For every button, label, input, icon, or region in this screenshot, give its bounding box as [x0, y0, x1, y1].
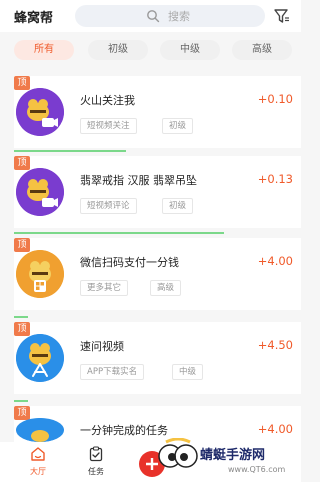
task-clipboard-icon — [89, 446, 103, 462]
task-progress-bar — [14, 316, 28, 318]
task-card[interactable]: 顶 微信扫码支付一分钱 更多其它 高级 +4.00 — [14, 238, 301, 310]
task-level-tag: 初级 — [162, 118, 194, 134]
task-title: 速问视频 — [80, 340, 124, 353]
home-icon — [31, 447, 45, 461]
task-tag: 更多其它 — [80, 280, 129, 296]
watermark-text: 蜻蜓手游网 — [200, 448, 266, 463]
task-card[interactable]: 顶 火山关注我 短视频关注 初级 +0.10 — [14, 76, 301, 148]
nav-label: 大厅 — [30, 467, 46, 476]
task-level-tag: 中级 — [172, 364, 204, 380]
task-reward: +4.00 — [257, 422, 293, 436]
task-title: 微信扫码支付一分钱 — [80, 256, 179, 269]
app-title: 蜂窝帮 — [14, 11, 54, 26]
tab-all[interactable]: 所有 — [14, 40, 74, 60]
task-card[interactable]: 顶 一分钟完成的任务 +4.00 — [14, 406, 301, 442]
task-card[interactable]: 顶 翡翠戒指 汉服 翡翠吊坠 短视频评论 初级 +0.13 — [14, 156, 301, 228]
task-reward: +4.50 — [257, 338, 293, 352]
task-title: 一分钟完成的任务 — [80, 424, 168, 437]
task-progress-bar — [14, 150, 126, 152]
task-card[interactable]: 顶 速问视频 APP下载实名 中级 +4.50 — [14, 322, 301, 394]
task-title: 火山关注我 — [80, 94, 135, 107]
tab-intermediate[interactable]: 中级 — [160, 40, 220, 60]
watermark-url: www.QT6.com — [228, 465, 286, 474]
watermark: 蜻蜓手游网 www.QT6.com — [138, 438, 301, 482]
nav-lobby[interactable]: 大厅 — [18, 446, 58, 480]
level-tabs: 所有 初级 中级 高级 — [0, 40, 301, 62]
task-level-tag: 初级 — [162, 198, 194, 214]
nav-tasks[interactable]: 任务 — [76, 446, 116, 480]
pinned-badge: 顶 — [14, 406, 30, 420]
task-tag: 短视频关注 — [80, 118, 137, 134]
pinned-badge: 顶 — [14, 76, 30, 90]
task-reward: +0.10 — [257, 92, 293, 106]
nav-label: 任务 — [88, 467, 104, 476]
dragonfly-logo-icon — [139, 438, 198, 477]
task-reward: +4.00 — [257, 254, 293, 268]
bee-appstore-icon — [16, 334, 64, 382]
bee-video-icon — [16, 88, 64, 136]
pinned-badge: 顶 — [14, 238, 30, 252]
task-tag: 短视频评论 — [80, 198, 137, 214]
task-level-tag: 高级 — [150, 280, 182, 296]
task-progress-bar — [14, 232, 224, 234]
top-bar: 蜂窝帮 搜索 — [0, 0, 301, 32]
bee-grid-icon — [16, 250, 64, 298]
search-icon — [147, 10, 160, 23]
tab-advanced[interactable]: 高级 — [232, 40, 292, 60]
bee-icon — [16, 418, 64, 442]
pinned-badge: 顶 — [14, 322, 30, 336]
search-placeholder: 搜索 — [168, 10, 190, 23]
pinned-badge: 顶 — [14, 156, 30, 170]
task-progress-bar — [14, 400, 28, 402]
task-reward: +0.13 — [257, 172, 293, 186]
bee-video-icon — [16, 168, 64, 216]
filter-icon[interactable] — [273, 7, 291, 25]
task-title: 翡翠戒指 汉服 翡翠吊坠 — [80, 174, 197, 187]
task-tag: APP下载实名 — [80, 364, 145, 380]
search-input[interactable]: 搜索 — [75, 5, 265, 27]
tab-beginner[interactable]: 初级 — [88, 40, 148, 60]
